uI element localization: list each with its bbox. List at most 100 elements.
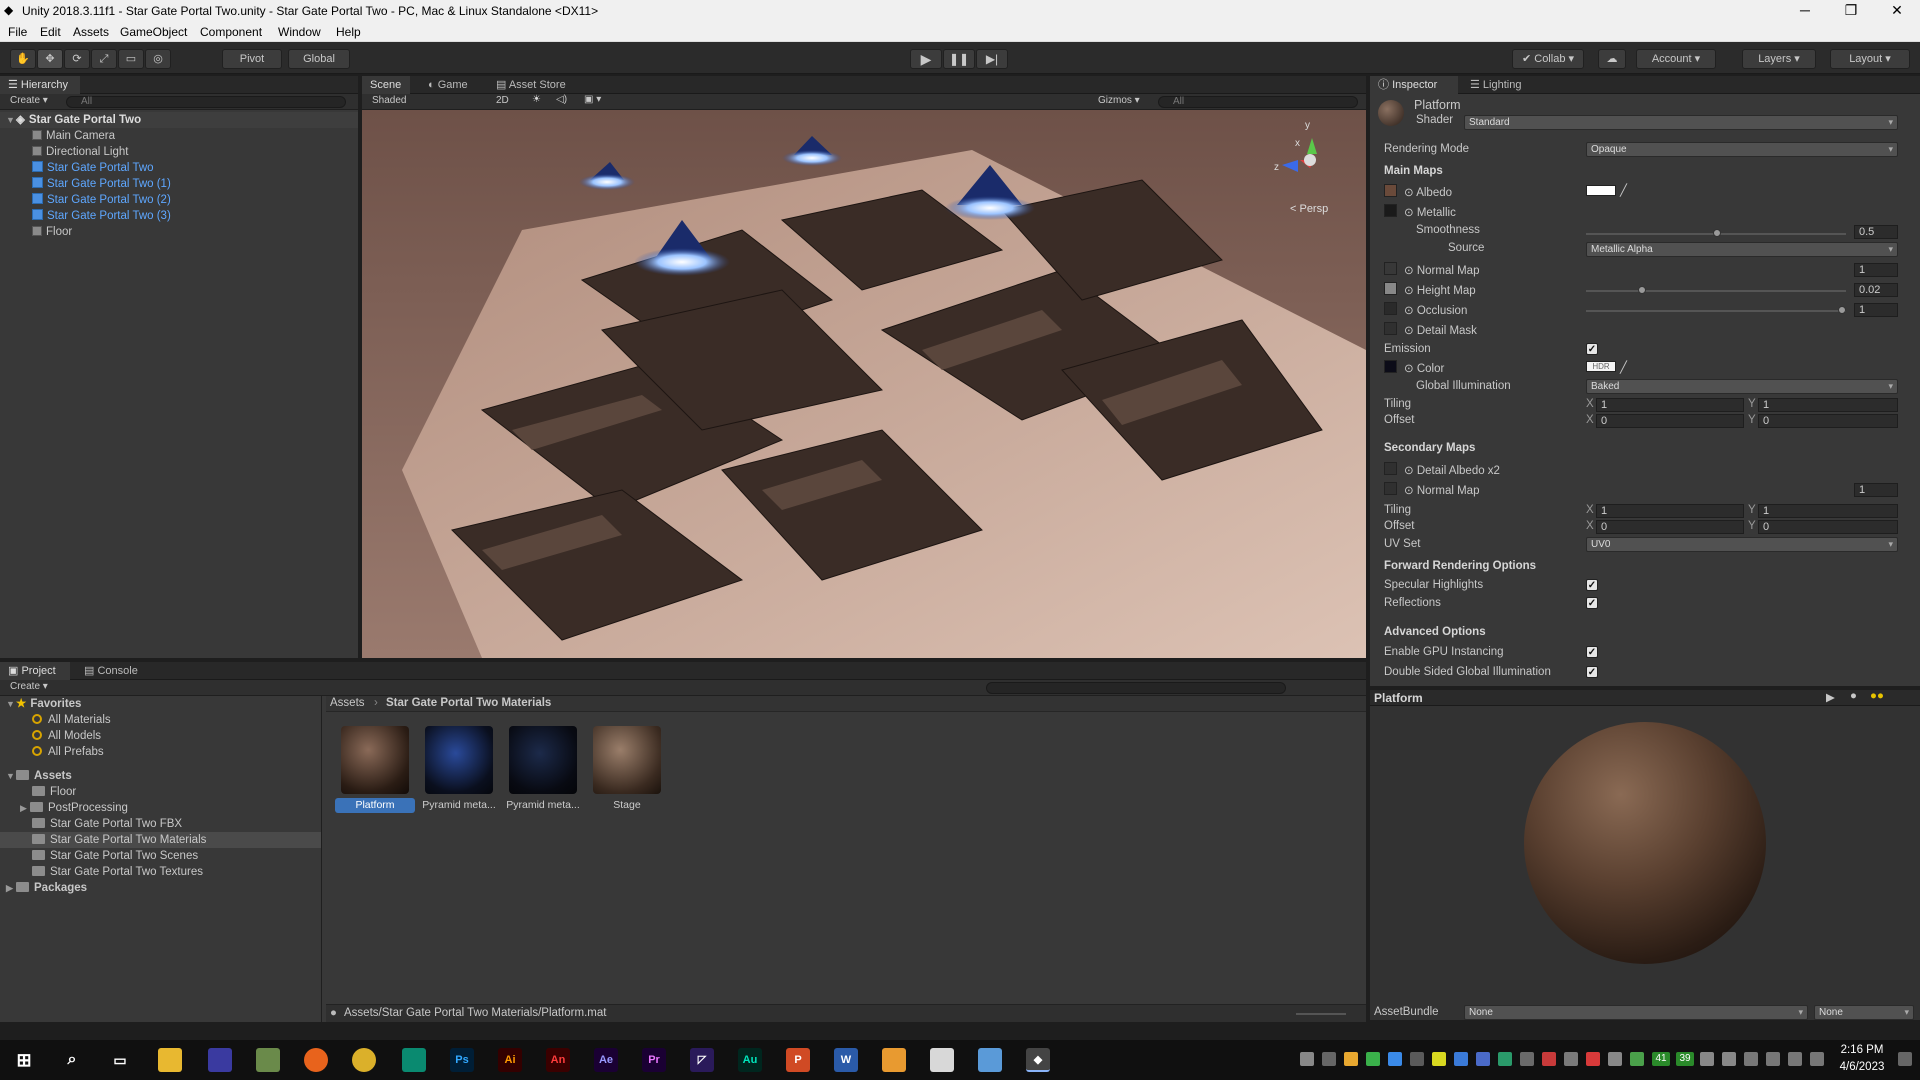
- smoothness-value-field[interactable]: 0.5: [1854, 225, 1898, 239]
- app-icon[interactable]: [882, 1048, 906, 1072]
- tiling-x-field[interactable]: 1: [1596, 398, 1744, 412]
- asset-label-stage[interactable]: Stage: [587, 798, 667, 813]
- tray-icon[interactable]: [1476, 1052, 1490, 1066]
- clock-time[interactable]: 2:16 PM: [1832, 1044, 1892, 1056]
- firefox-icon[interactable]: [304, 1048, 328, 1072]
- double-sided-gi-checkbox[interactable]: ✓: [1586, 666, 1598, 678]
- preview-sphere-icon[interactable]: ●: [1850, 690, 1857, 702]
- hand-tool-icon[interactable]: ✋: [10, 49, 36, 69]
- app-icon[interactable]: [256, 1048, 280, 1072]
- wifi-icon[interactable]: [1608, 1052, 1622, 1066]
- sec-tiling-y-field[interactable]: 1: [1758, 504, 1898, 518]
- sec-offset-y-field[interactable]: 0: [1758, 520, 1898, 534]
- favorites-row[interactable]: ▼★ Favorites: [0, 696, 321, 712]
- tray-icon[interactable]: [1498, 1052, 1512, 1066]
- powerpoint-icon[interactable]: P: [786, 1048, 810, 1072]
- emission-texture-slot[interactable]: [1384, 360, 1397, 373]
- asset-thumbnail-stage[interactable]: [593, 726, 661, 794]
- folder-scenes[interactable]: Star Gate Portal Two Scenes: [0, 848, 321, 864]
- hierarchy-item-portal-2[interactable]: Star Gate Portal Two (2): [0, 192, 358, 208]
- tray-icon[interactable]: [1630, 1052, 1644, 1066]
- source-dropdown[interactable]: Metallic Alpha: [1586, 242, 1898, 257]
- toggle-2d-button[interactable]: 2D: [496, 95, 509, 106]
- task-view-icon[interactable]: ▭: [108, 1048, 132, 1072]
- specular-highlights-checkbox[interactable]: ✓: [1586, 579, 1598, 591]
- height-slider-knob[interactable]: [1638, 286, 1646, 294]
- menu-window[interactable]: Window: [278, 25, 321, 39]
- menu-file[interactable]: File: [8, 25, 27, 39]
- menu-component[interactable]: Component: [200, 25, 262, 39]
- assetbundle-dropdown[interactable]: None: [1464, 1005, 1808, 1020]
- rect-tool-icon[interactable]: ▭: [118, 49, 144, 69]
- favorite-all-models[interactable]: All Models: [0, 728, 321, 744]
- project-search-input[interactable]: [986, 682, 1286, 694]
- tray-counter-1[interactable]: 41: [1652, 1052, 1670, 1066]
- pause-button[interactable]: ❚❚: [943, 49, 975, 69]
- illustrator-icon[interactable]: Ai: [498, 1048, 522, 1072]
- hierarchy-search-input[interactable]: All: [66, 96, 346, 108]
- height-map-value-field[interactable]: 0.02: [1854, 283, 1898, 297]
- global-toggle[interactable]: Global: [288, 49, 350, 69]
- tab-asset-store[interactable]: ▤ Asset Store: [488, 76, 578, 94]
- tray-icon[interactable]: [1542, 1052, 1556, 1066]
- asset-label-pyramid-1[interactable]: Pyramid meta...: [419, 798, 499, 813]
- folder-fbx[interactable]: Star Gate Portal Two FBX: [0, 816, 321, 832]
- network-icon[interactable]: [1766, 1052, 1780, 1066]
- tray-icon[interactable]: [1722, 1052, 1736, 1066]
- gi-dropdown[interactable]: Baked: [1586, 379, 1898, 394]
- tray-icon[interactable]: [1700, 1052, 1714, 1066]
- shader-dropdown[interactable]: Standard: [1464, 115, 1898, 130]
- expand-arrow-icon[interactable]: ▼: [6, 112, 16, 128]
- albedo-color-field[interactable]: [1586, 185, 1616, 196]
- scale-tool-icon[interactable]: ⤢: [91, 49, 117, 69]
- hierarchy-item-floor[interactable]: Floor: [0, 224, 358, 240]
- shading-mode-dropdown[interactable]: Shaded: [372, 95, 472, 106]
- tray-icon[interactable]: [1586, 1052, 1600, 1066]
- tray-icon[interactable]: [1520, 1052, 1534, 1066]
- scene-search-input[interactable]: All: [1158, 96, 1358, 108]
- battery-icon[interactable]: [1788, 1052, 1802, 1066]
- emission-checkbox[interactable]: ✓: [1586, 343, 1598, 355]
- tab-project[interactable]: ▣ Project: [0, 662, 70, 680]
- hierarchy-item-portal[interactable]: Star Gate Portal Two: [0, 160, 358, 176]
- height-slider-track[interactable]: [1586, 290, 1846, 292]
- normal-map-value-field[interactable]: 1: [1854, 263, 1898, 277]
- tab-hierarchy[interactable]: ☰ Hierarchy: [0, 76, 80, 94]
- scene-viewport[interactable]: y x z < Persp: [362, 110, 1366, 658]
- move-tool-icon[interactable]: ✥: [37, 49, 63, 69]
- assetbundle-variant-dropdown[interactable]: None: [1814, 1005, 1914, 1020]
- tray-icon[interactable]: [1322, 1052, 1336, 1066]
- emission-hdr-color-field[interactable]: HDR: [1586, 361, 1616, 372]
- animate-icon[interactable]: An: [546, 1048, 570, 1072]
- hierarchy-item-directional-light[interactable]: Directional Light: [0, 144, 358, 160]
- asset-thumbnail-platform[interactable]: [341, 726, 409, 794]
- occlusion-slider-track[interactable]: [1586, 310, 1846, 312]
- account-dropdown[interactable]: Account ▾: [1636, 49, 1716, 69]
- height-map-slot[interactable]: [1384, 282, 1397, 295]
- notifications-icon[interactable]: [1898, 1052, 1912, 1066]
- tab-lighting[interactable]: ☰ Lighting: [1462, 76, 1534, 94]
- rotate-tool-icon[interactable]: ⟳: [64, 49, 90, 69]
- app-icon[interactable]: [208, 1048, 232, 1072]
- transform-tool-icon[interactable]: ◎: [145, 49, 171, 69]
- occlusion-slider-knob[interactable]: [1838, 306, 1846, 314]
- expand-arrow-icon[interactable]: ▶: [20, 800, 30, 816]
- layers-dropdown[interactable]: Layers ▾: [1742, 49, 1816, 69]
- restore-icon[interactable]: ❐: [1828, 0, 1874, 22]
- hierarchy-item-portal-3[interactable]: Star Gate Portal Two (3): [0, 208, 358, 224]
- tray-icon[interactable]: [1432, 1052, 1446, 1066]
- tab-inspector[interactable]: ⓘ Inspector: [1370, 76, 1458, 94]
- gizmos-dropdown[interactable]: Gizmos ▾: [1098, 95, 1140, 106]
- expand-arrow-icon[interactable]: ▼: [6, 768, 16, 784]
- tray-icon[interactable]: [1410, 1052, 1424, 1066]
- tray-icon[interactable]: [1366, 1052, 1380, 1066]
- folder-materials[interactable]: Star Gate Portal Two Materials: [0, 832, 321, 848]
- gpu-instancing-checkbox[interactable]: ✓: [1586, 646, 1598, 658]
- preview-play-icon[interactable]: ▶: [1826, 690, 1835, 704]
- menu-edit[interactable]: Edit: [40, 25, 61, 39]
- tray-icon[interactable]: [1388, 1052, 1402, 1066]
- tray-icon[interactable]: [1300, 1052, 1314, 1066]
- packages-row[interactable]: ▶ Packages: [0, 880, 321, 896]
- audio-toggle-icon[interactable]: ◁): [556, 94, 567, 105]
- menu-help[interactable]: Help: [336, 25, 361, 39]
